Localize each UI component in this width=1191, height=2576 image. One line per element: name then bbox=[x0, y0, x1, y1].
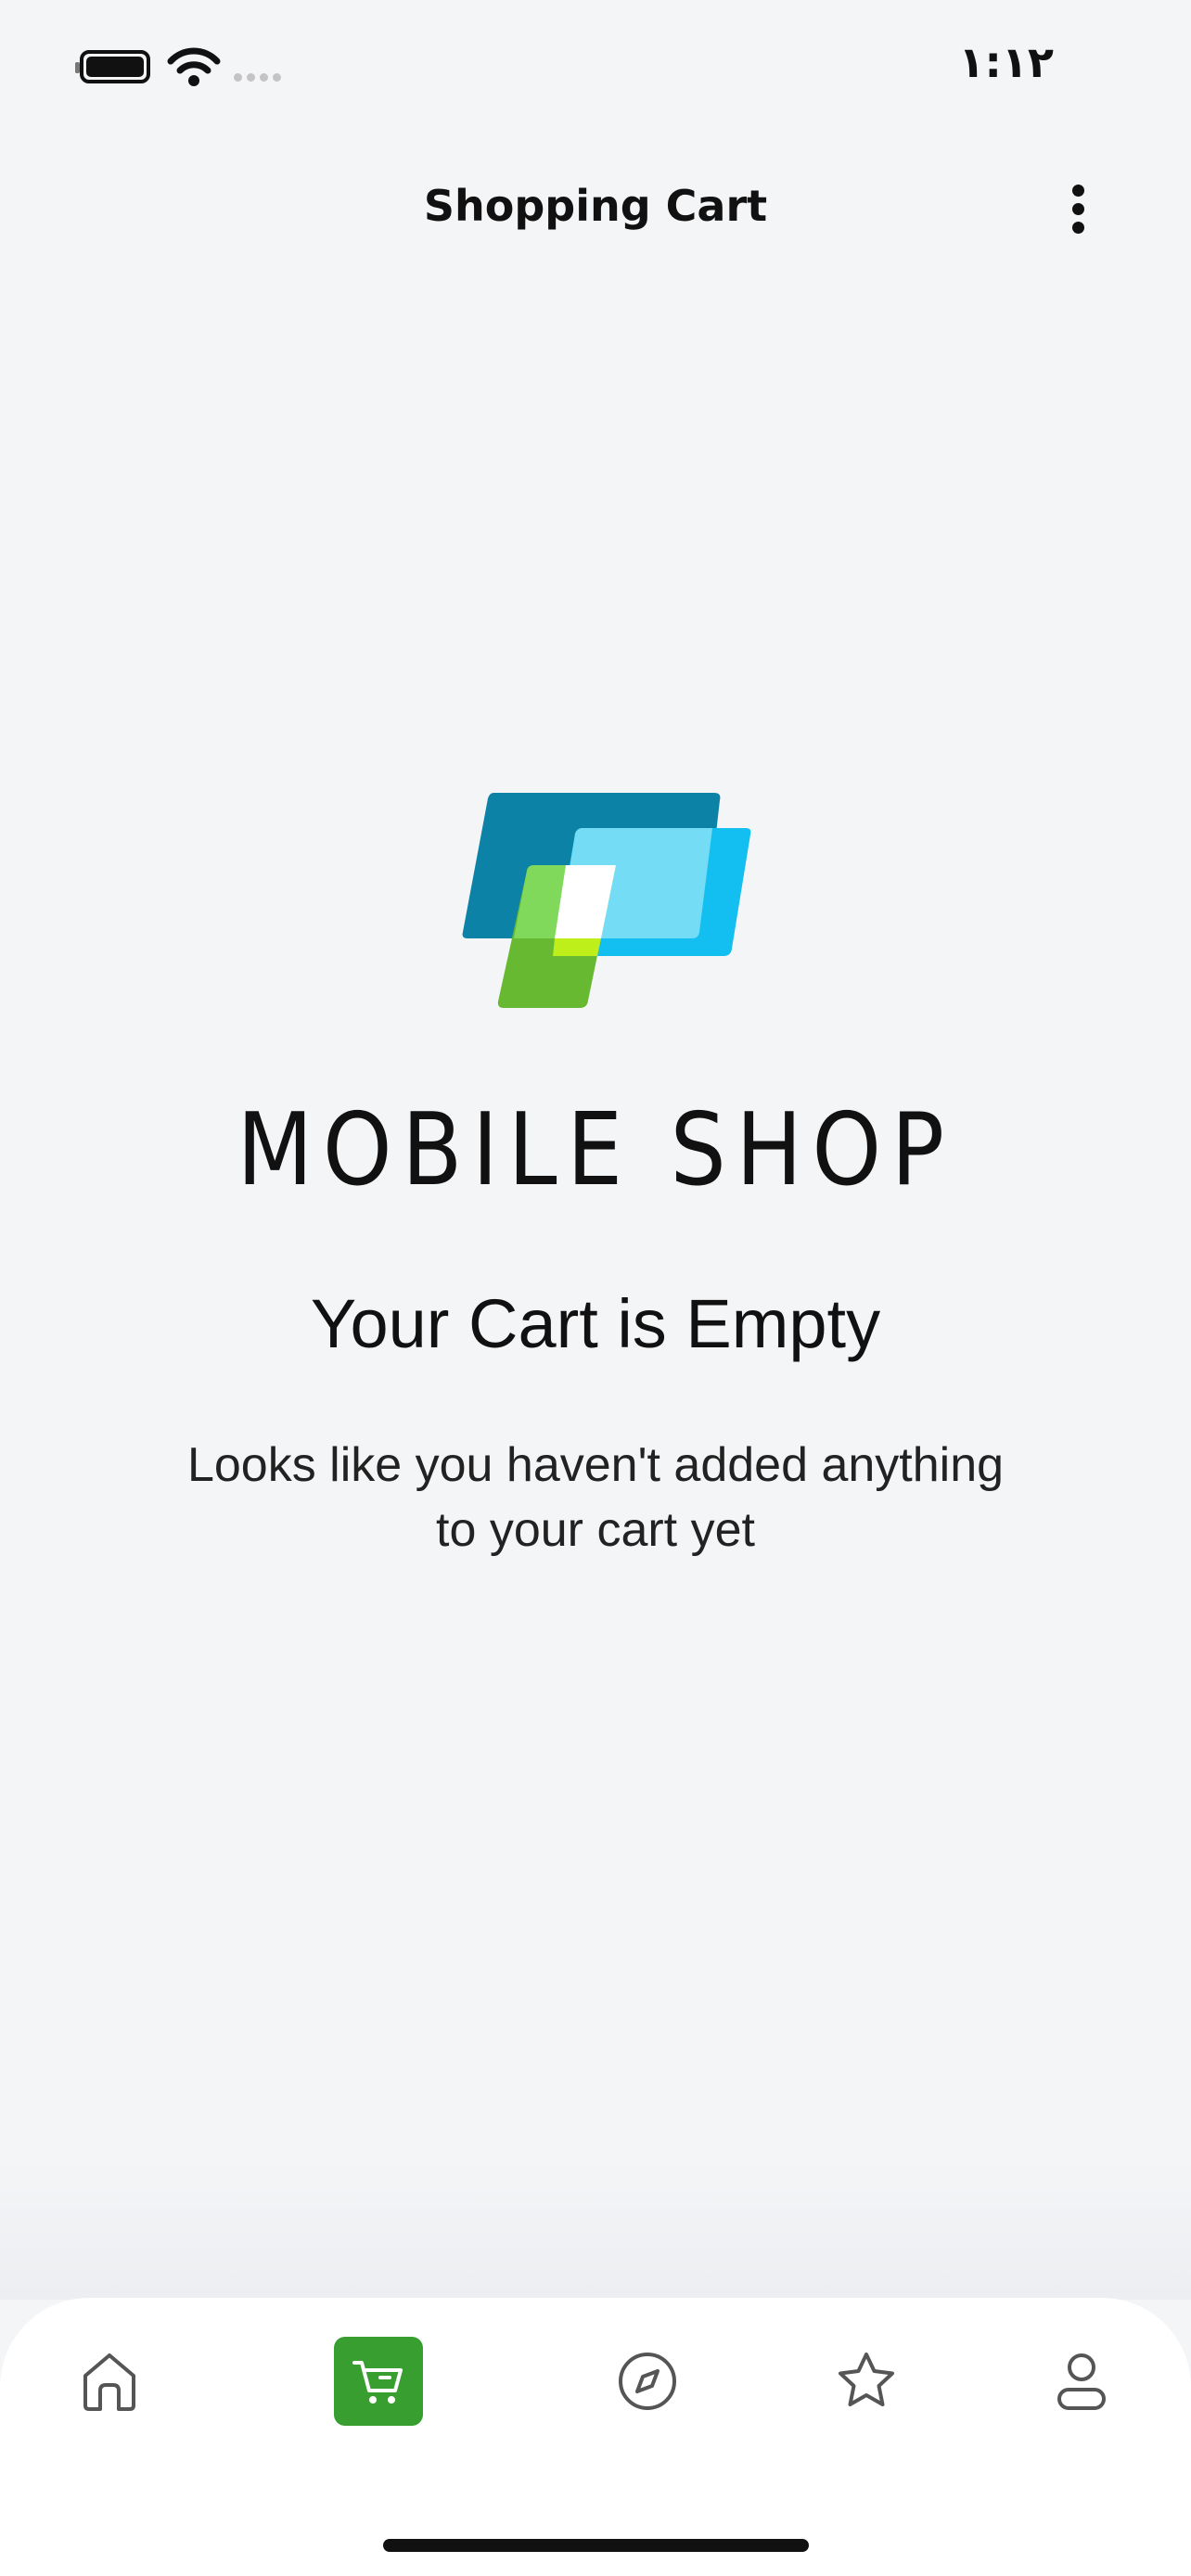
wifi-icon bbox=[167, 47, 221, 86]
page-title: Shopping Cart bbox=[423, 181, 768, 231]
home-indicator[interactable] bbox=[383, 2539, 809, 2552]
bottom-fade bbox=[0, 2161, 1191, 2300]
status-time: ۱:۱۲ bbox=[958, 37, 1054, 87]
mobile-shop-logo-icon bbox=[462, 793, 751, 1008]
bottom-nav-bar bbox=[0, 2298, 1191, 2576]
nav-home-tab[interactable] bbox=[65, 2337, 154, 2426]
cellular-signal-icon bbox=[234, 73, 281, 82]
empty-cart-title: Your Cart is Empty bbox=[310, 1285, 881, 1362]
profile-icon bbox=[1057, 2353, 1106, 2410]
nav-cart-tab[interactable] bbox=[334, 2337, 423, 2426]
star-icon bbox=[839, 2353, 894, 2406]
nav-explore-tab[interactable] bbox=[603, 2337, 692, 2426]
compass-icon bbox=[619, 2353, 676, 2410]
nav-favorites-tab[interactable] bbox=[822, 2337, 911, 2426]
empty-cart-message: Looks like you haven't added anything to… bbox=[186, 1438, 1005, 1557]
battery-icon bbox=[75, 50, 150, 83]
status-bar: ۱:۱۲ bbox=[0, 0, 1191, 130]
cart-icon bbox=[352, 2361, 403, 2404]
brand-wordmark: MOBILE SHOP bbox=[237, 1092, 954, 1208]
more-options-button[interactable] bbox=[1056, 176, 1100, 241]
more-vertical-icon bbox=[1071, 184, 1084, 197]
home-icon bbox=[83, 2353, 135, 2411]
nav-profile-tab[interactable] bbox=[1037, 2337, 1126, 2426]
